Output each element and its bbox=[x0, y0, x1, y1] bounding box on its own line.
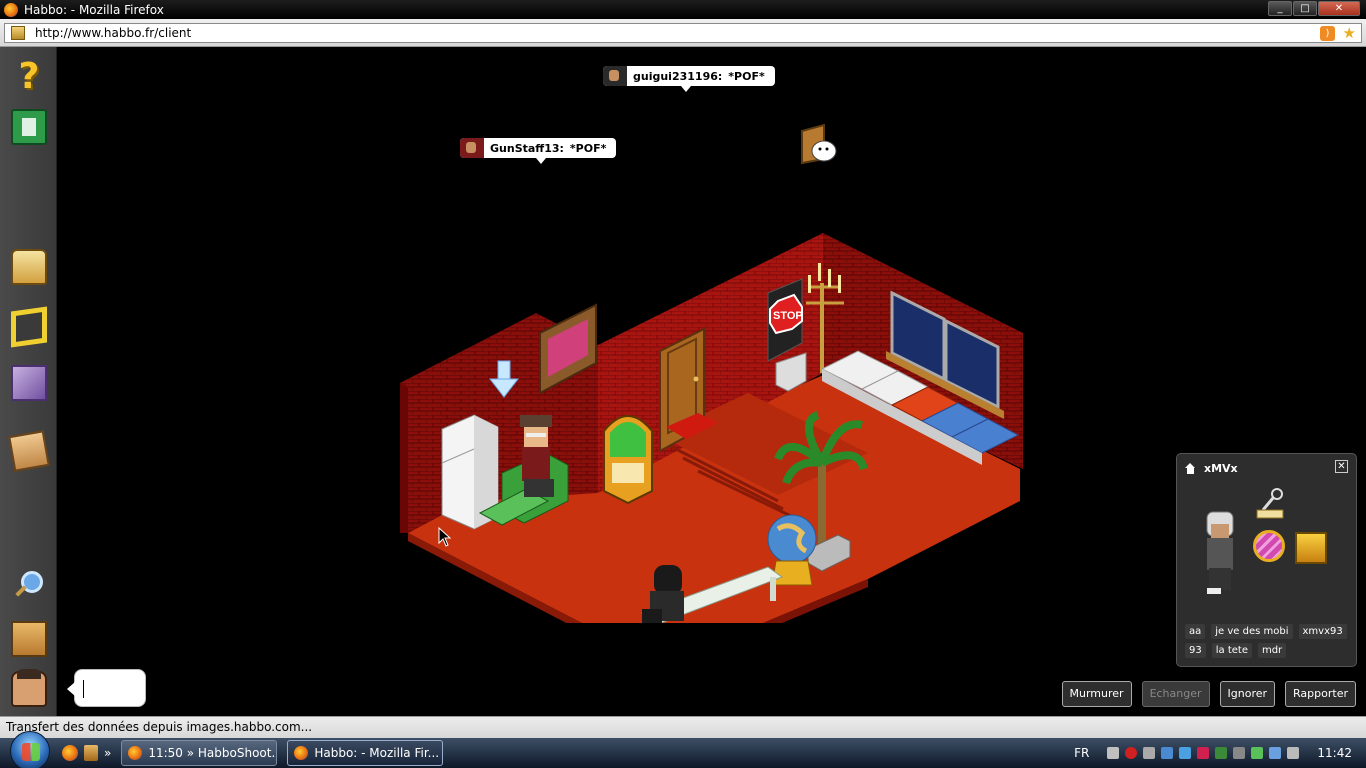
tray-network-icon[interactable] bbox=[1161, 747, 1174, 759]
report-button[interactable]: Rapporter bbox=[1285, 681, 1356, 707]
user-tag[interactable]: je ve des mobi bbox=[1211, 624, 1293, 639]
url-bar[interactable]: http://www.habbo.fr/client ) ★ bbox=[4, 23, 1362, 43]
windows-taskbar: » 11:50 » HabboShoot... Habbo: - Mozilla… bbox=[0, 731, 1366, 768]
trade-button[interactable]: Echanger bbox=[1141, 681, 1210, 707]
chat-message: *POF* bbox=[569, 141, 607, 155]
user-avatar bbox=[1206, 511, 1234, 594]
habbo-client: ? guigui231196: *POF* GunStaff13: *POF* bbox=[0, 47, 1366, 716]
furni-box-icon[interactable] bbox=[11, 621, 47, 657]
taskbar-clock[interactable]: 11:42 bbox=[1317, 746, 1352, 760]
treasure-badge-icon[interactable] bbox=[1295, 532, 1327, 564]
chat-username: GunStaff13: bbox=[490, 141, 564, 155]
window-titlebar: Habbo: - Mozilla Firefox _ □ ✕ bbox=[0, 0, 1366, 19]
home-icon[interactable] bbox=[1185, 462, 1196, 474]
minimize-button[interactable]: _ bbox=[1268, 1, 1292, 16]
language-indicator[interactable]: FR bbox=[1074, 746, 1089, 760]
tray-security-icon[interactable] bbox=[1215, 747, 1228, 759]
tray-monitor-icon[interactable] bbox=[1269, 747, 1282, 759]
mouse-cursor-icon bbox=[438, 527, 452, 547]
text-caret bbox=[83, 680, 84, 698]
status-bar: Transfert des données depuis images.habb… bbox=[0, 716, 1366, 738]
navigation-toolbar: http://www.habbo.fr/client ) ★ bbox=[0, 19, 1366, 47]
window-controls: _ □ ✕ bbox=[1268, 1, 1360, 16]
stripe-badge-icon[interactable] bbox=[1253, 530, 1285, 562]
bubble-tail bbox=[681, 86, 691, 92]
whisper-button[interactable]: Murmurer bbox=[1061, 681, 1132, 707]
inventory-icon[interactable] bbox=[8, 430, 50, 472]
taskbar-item[interactable]: 11:50 » HabboShoot... bbox=[121, 740, 278, 766]
close-window-button[interactable]: ✕ bbox=[1318, 1, 1360, 16]
chat-bubble[interactable]: guigui231196: *POF* bbox=[603, 66, 775, 92]
firefox-icon bbox=[128, 746, 143, 760]
tray-connection-icon[interactable] bbox=[1179, 747, 1192, 759]
quick-launch: » bbox=[62, 745, 111, 761]
site-favicon-icon bbox=[11, 26, 25, 40]
user-actions: Murmurer Echanger Ignorer Rapporter bbox=[1061, 681, 1356, 707]
window-title: Habbo: - Mozilla Firefox bbox=[24, 2, 164, 17]
rss-feed-icon[interactable]: ) bbox=[1320, 26, 1335, 41]
key-badge-icon[interactable] bbox=[1253, 488, 1285, 520]
user-tag[interactable]: la tete bbox=[1211, 643, 1252, 658]
firefox-icon bbox=[4, 2, 18, 17]
exit-room-icon[interactable] bbox=[11, 109, 47, 145]
user-info-username: xMVx bbox=[1204, 461, 1238, 475]
maximize-button[interactable]: □ bbox=[1293, 1, 1317, 16]
own-avatar-icon[interactable] bbox=[11, 669, 47, 707]
chat-avatar-head-icon bbox=[460, 138, 484, 158]
user-tags: aa je ve des mobi xmvx93 93 la tete mdr bbox=[1185, 624, 1351, 658]
left-toolbar: ? bbox=[0, 47, 57, 716]
user-info-panel: xMVx ✕ aa je ve des mobi xmvx93 93 la te… bbox=[1176, 453, 1357, 667]
app-launch-icon[interactable] bbox=[84, 745, 98, 761]
hotel-navigator-icon[interactable] bbox=[11, 249, 47, 285]
jukebox[interactable] bbox=[603, 415, 653, 505]
firefox-launch-icon[interactable] bbox=[62, 745, 78, 761]
catalogue-icon[interactable] bbox=[11, 365, 47, 401]
ignore-button[interactable]: Ignorer bbox=[1219, 681, 1276, 707]
tray-volume-icon[interactable] bbox=[1233, 747, 1246, 759]
isometric-room[interactable]: STOP bbox=[398, 183, 1028, 623]
taskbar-item-label: Habbo: - Mozilla Fir... bbox=[314, 746, 440, 760]
system-tray: FR 11:42 bbox=[1074, 738, 1366, 768]
tray-keyboard-icon[interactable] bbox=[1143, 747, 1156, 759]
help-icon[interactable]: ? bbox=[11, 59, 47, 95]
user-tag[interactable]: aa bbox=[1185, 624, 1206, 639]
wall-edge bbox=[400, 383, 408, 533]
close-icon[interactable]: ✕ bbox=[1335, 460, 1348, 473]
chat-input[interactable] bbox=[67, 669, 146, 707]
tray-arrow-icon[interactable] bbox=[1107, 747, 1120, 759]
svg-text:STOP: STOP bbox=[773, 310, 803, 322]
taskbar-item-label: 11:50 » HabboShoot... bbox=[148, 746, 278, 760]
quick-launch-more[interactable]: » bbox=[104, 746, 111, 760]
room-info-icon[interactable] bbox=[11, 306, 47, 348]
start-button[interactable] bbox=[10, 731, 50, 768]
firefox-icon bbox=[294, 746, 309, 760]
chat-username: guigui231196: bbox=[633, 69, 723, 83]
user-tag[interactable]: xmvx93 bbox=[1298, 624, 1347, 639]
chat-avatar-head-icon bbox=[603, 66, 627, 86]
chat-message: *POF* bbox=[728, 69, 765, 83]
tray-antivirus-icon[interactable] bbox=[1125, 747, 1138, 759]
tray-app-icon[interactable] bbox=[1197, 747, 1210, 759]
tray-sound-icon[interactable] bbox=[1287, 747, 1300, 759]
zoom-search-icon[interactable] bbox=[11, 567, 47, 603]
chat-bubble[interactable]: GunStaff13: *POF* bbox=[460, 138, 617, 164]
bubble-tail bbox=[536, 158, 546, 164]
user-tag[interactable]: 93 bbox=[1185, 643, 1206, 658]
url-text[interactable]: http://www.habbo.fr/client bbox=[35, 26, 191, 40]
user-info-header: xMVx bbox=[1185, 460, 1238, 476]
taskbar-item[interactable]: Habbo: - Mozilla Fir... bbox=[287, 740, 444, 766]
screen: Habbo: - Mozilla Firefox _ □ ✕ http://ww… bbox=[0, 0, 1366, 768]
bookmark-star-icon[interactable]: ★ bbox=[1343, 24, 1356, 42]
sheep-trophy-icon[interactable] bbox=[798, 123, 840, 167]
user-tag[interactable]: mdr bbox=[1257, 643, 1287, 658]
tray-battery-icon[interactable] bbox=[1251, 747, 1264, 759]
